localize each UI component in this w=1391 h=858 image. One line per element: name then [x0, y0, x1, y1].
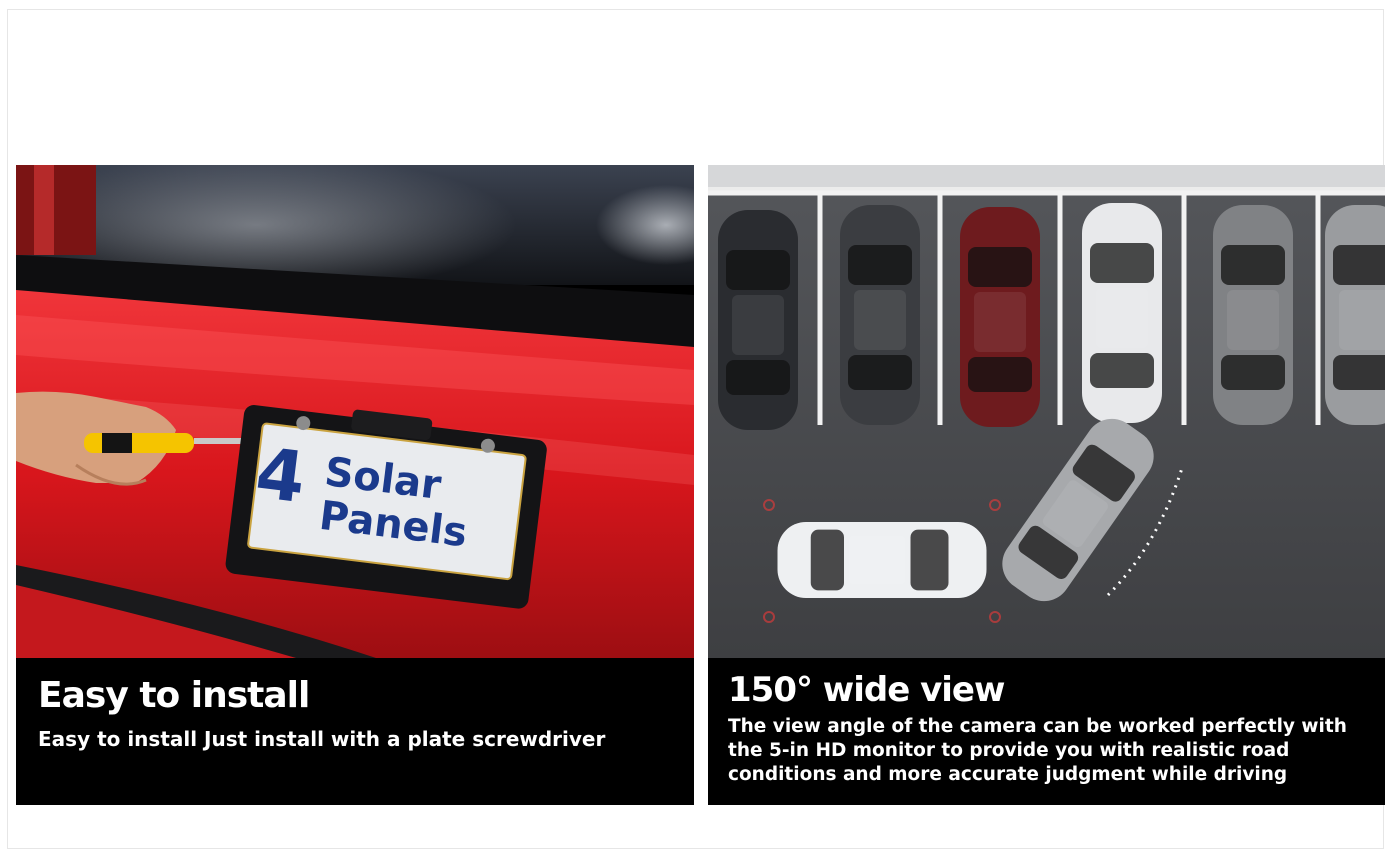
- car-rear-photo: 4 Solar Panels: [16, 165, 694, 658]
- install-caption: Easy to install Easy to install Just ins…: [16, 658, 694, 805]
- wide-view-description: The view angle of the camera can be work…: [728, 715, 1347, 785]
- install-description: Easy to install Just install with a plat…: [38, 727, 606, 752]
- wide-view-caption: 150° wide view The view angle of the cam…: [708, 658, 1385, 805]
- wide-view-title: 150° wide view: [728, 670, 1005, 710]
- parking-lot-photo: [708, 165, 1385, 658]
- plate-number: 4: [251, 431, 310, 520]
- wide-view-panel: 150° wide view The view angle of the cam…: [708, 165, 1385, 805]
- install-panel: 4 Solar Panels Easy to install Easy to i…: [16, 165, 694, 805]
- install-title: Easy to install: [38, 675, 310, 716]
- plate-line-2: Panels: [316, 492, 470, 557]
